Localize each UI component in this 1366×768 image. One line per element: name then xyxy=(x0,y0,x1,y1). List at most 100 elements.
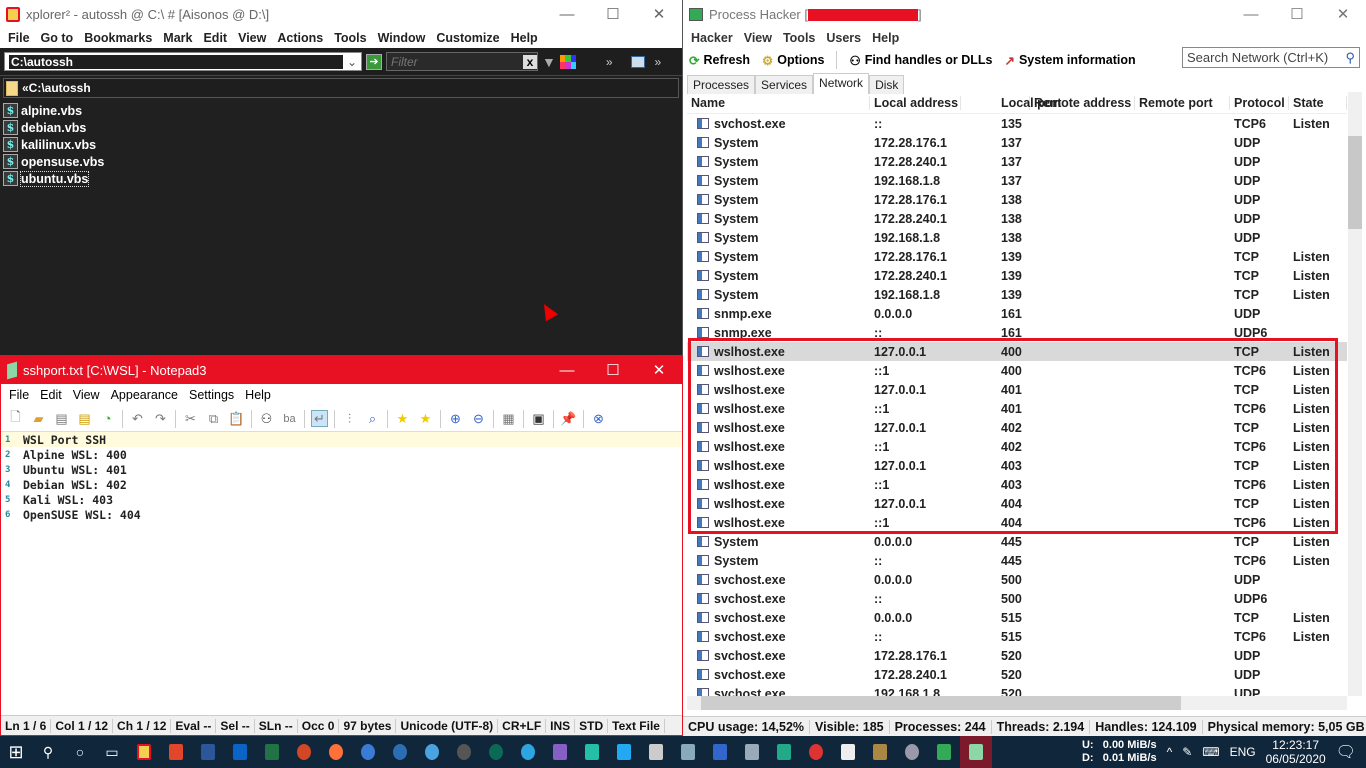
exit-icon[interactable]: ⊗ xyxy=(590,410,607,427)
search-icon[interactable]: ⚲ xyxy=(32,736,64,768)
app-icon[interactable] xyxy=(480,736,512,768)
powerpoint-icon[interactable] xyxy=(288,736,320,768)
app-icon[interactable] xyxy=(416,736,448,768)
chevron-up-icon[interactable]: ^ xyxy=(1167,745,1173,759)
menu-item-appearance[interactable]: Appearance xyxy=(107,388,185,402)
filter-input[interactable]: Filter x xyxy=(386,52,538,71)
menu-item-mark[interactable]: Mark xyxy=(159,31,199,45)
keyboard-icon[interactable]: ⌨ xyxy=(1202,745,1219,759)
save-icon[interactable]: ▤ xyxy=(53,410,70,427)
terminal-icon[interactable]: ▣ xyxy=(530,410,547,427)
table-row[interactable]: svchost.exe 192.168.1.8 520 UDP xyxy=(687,684,1347,696)
menu-item-file[interactable]: File xyxy=(5,388,36,402)
file-item[interactable]: $ debian.vbs xyxy=(3,119,679,136)
pin-icon[interactable]: 📌 xyxy=(560,410,577,427)
minimize-button[interactable]: — xyxy=(1228,0,1274,28)
menu-item-tools[interactable]: Tools xyxy=(779,31,822,45)
table-row[interactable]: svchost.exe 0.0.0.0 515 TCP Listen xyxy=(687,608,1347,627)
app-icon[interactable] xyxy=(704,736,736,768)
zoom-out-icon[interactable]: ⊖ xyxy=(470,410,487,427)
table-row[interactable]: System 172.28.176.1 138 UDP xyxy=(687,190,1347,209)
system-information-button[interactable]: ↗ System information xyxy=(1004,53,1135,68)
table-row[interactable]: System:: 445 TCP6 Listen xyxy=(687,551,1347,570)
table-row[interactable]: svchost.exe:: 515 TCP6 Listen xyxy=(687,627,1347,646)
revert-icon[interactable]: ◔ xyxy=(99,410,116,427)
xplorer-taskbar-icon[interactable] xyxy=(128,736,160,768)
menu-item-file[interactable]: File xyxy=(4,31,37,45)
menu-item-help[interactable]: Help xyxy=(507,31,545,45)
language-indicator[interactable]: ENG xyxy=(1230,745,1256,759)
task-view-icon[interactable]: ▭ xyxy=(96,736,128,768)
color-grid-icon[interactable] xyxy=(559,54,576,69)
options-button[interactable]: ⚙ Options xyxy=(762,53,824,68)
refresh-button[interactable]: ⟳ Refresh xyxy=(689,53,750,68)
table-row[interactable]: System 172.28.240.1 138 UDP xyxy=(687,209,1347,228)
column-header-local-address[interactable]: Local address xyxy=(870,95,961,110)
menu-item-edit[interactable]: Edit xyxy=(199,31,234,45)
tab-network[interactable]: Network xyxy=(813,73,870,94)
go-arrow-icon[interactable]: ➔ xyxy=(366,53,382,70)
word-wrap-icon[interactable]: ↵ xyxy=(311,410,328,427)
scroll-thumb[interactable] xyxy=(1348,136,1362,229)
zoom-find-icon[interactable]: ⌕ xyxy=(364,410,381,427)
zoom-in-icon[interactable]: ⊕ xyxy=(447,410,464,427)
minimize-button[interactable]: — xyxy=(544,0,590,28)
find-binoculars-icon[interactable]: ⚇ xyxy=(258,410,275,427)
close-button[interactable]: ✕ xyxy=(636,0,682,28)
funnel-icon[interactable]: ▼ xyxy=(542,54,556,70)
vscode-icon[interactable] xyxy=(608,736,640,768)
file-item[interactable]: $ alpine.vbs xyxy=(3,102,679,119)
undo-icon[interactable]: ↶ xyxy=(129,410,146,427)
horizontal-scrollbar[interactable] xyxy=(687,696,1347,710)
table-row[interactable]: System 192.168.1.8 137 UDP xyxy=(687,171,1347,190)
table-row[interactable]: System 0.0.0.0 445 TCP Listen xyxy=(687,532,1347,551)
thunderbird-icon[interactable] xyxy=(352,736,384,768)
table-row[interactable]: System 192.168.1.8 138 UDP xyxy=(687,228,1347,247)
file-item[interactable]: $ opensuse.vbs xyxy=(3,153,679,170)
clear-filter-icon[interactable]: x xyxy=(523,54,537,69)
table-row[interactable]: System 172.28.240.1 137 UDP xyxy=(687,152,1347,171)
process-hacker-titlebar[interactable]: Process Hacker [] — ☐ ✕ xyxy=(683,0,1366,28)
chevron-more-icon[interactable]: » xyxy=(606,55,613,69)
menu-item-bookmarks[interactable]: Bookmarks xyxy=(80,31,159,45)
menu-item-go-to[interactable]: Go to xyxy=(37,31,81,45)
breadcrumb[interactable]: «C:\autossh xyxy=(3,78,679,98)
app-icon[interactable] xyxy=(864,736,896,768)
close-button[interactable]: ✕ xyxy=(1320,0,1366,28)
new-file-icon[interactable]: 🗋 xyxy=(7,409,24,427)
minimize-button[interactable]: — xyxy=(544,356,590,384)
menu-item-actions[interactable]: Actions xyxy=(273,31,330,45)
menu-item-settings[interactable]: Settings xyxy=(185,388,241,402)
menu-item-tools[interactable]: Tools xyxy=(330,31,373,45)
notification-icon[interactable]: 🗨 xyxy=(1336,742,1356,762)
telegram-icon[interactable] xyxy=(512,736,544,768)
notepad3-titlebar[interactable]: sshport.txt [C:\WSL] - Notepad3 — ☐ ✕ xyxy=(1,356,682,384)
table-row[interactable]: System 172.28.176.1 137 UDP xyxy=(687,133,1347,152)
menu-item-users[interactable]: Users xyxy=(822,31,868,45)
app-icon[interactable] xyxy=(448,736,480,768)
app-icon[interactable] xyxy=(768,736,800,768)
windows-start-icon[interactable]: ⊞ xyxy=(0,736,32,768)
app-icon[interactable] xyxy=(736,736,768,768)
outlook-icon[interactable] xyxy=(224,736,256,768)
cut-icon[interactable]: ✂ xyxy=(182,410,199,427)
table-row[interactable]: svchost.exe:: 135 TCP6 Listen xyxy=(687,114,1347,133)
open-folder-icon[interactable]: ▰ xyxy=(30,410,47,427)
menu-item-customize[interactable]: Customize xyxy=(432,31,506,45)
menu-item-hacker[interactable]: Hacker xyxy=(687,31,740,45)
paste-icon[interactable]: 📋 xyxy=(228,410,245,427)
column-header-local-port[interactable]: Local port xyxy=(961,95,1061,110)
table-row[interactable]: svchost.exe 172.28.240.1 520 UDP xyxy=(687,665,1347,684)
app-icon[interactable] xyxy=(672,736,704,768)
file-item[interactable]: $ kalilinux.vbs xyxy=(3,136,679,153)
maximize-button[interactable]: ☐ xyxy=(590,356,636,384)
acrobat-icon[interactable] xyxy=(160,736,192,768)
path-input[interactable]: C:\autossh ⌄ xyxy=(4,52,362,71)
add-bookmark-icon[interactable]: ★ xyxy=(417,410,434,427)
settings-panel-icon[interactable]: ▦ xyxy=(500,410,517,427)
menu-item-view[interactable]: View xyxy=(740,31,779,45)
close-button[interactable]: ✕ xyxy=(636,356,682,384)
column-header-protocol[interactable]: Protocol xyxy=(1230,95,1289,110)
menu-item-view[interactable]: View xyxy=(234,31,273,45)
column-header-state[interactable]: State xyxy=(1289,95,1347,110)
